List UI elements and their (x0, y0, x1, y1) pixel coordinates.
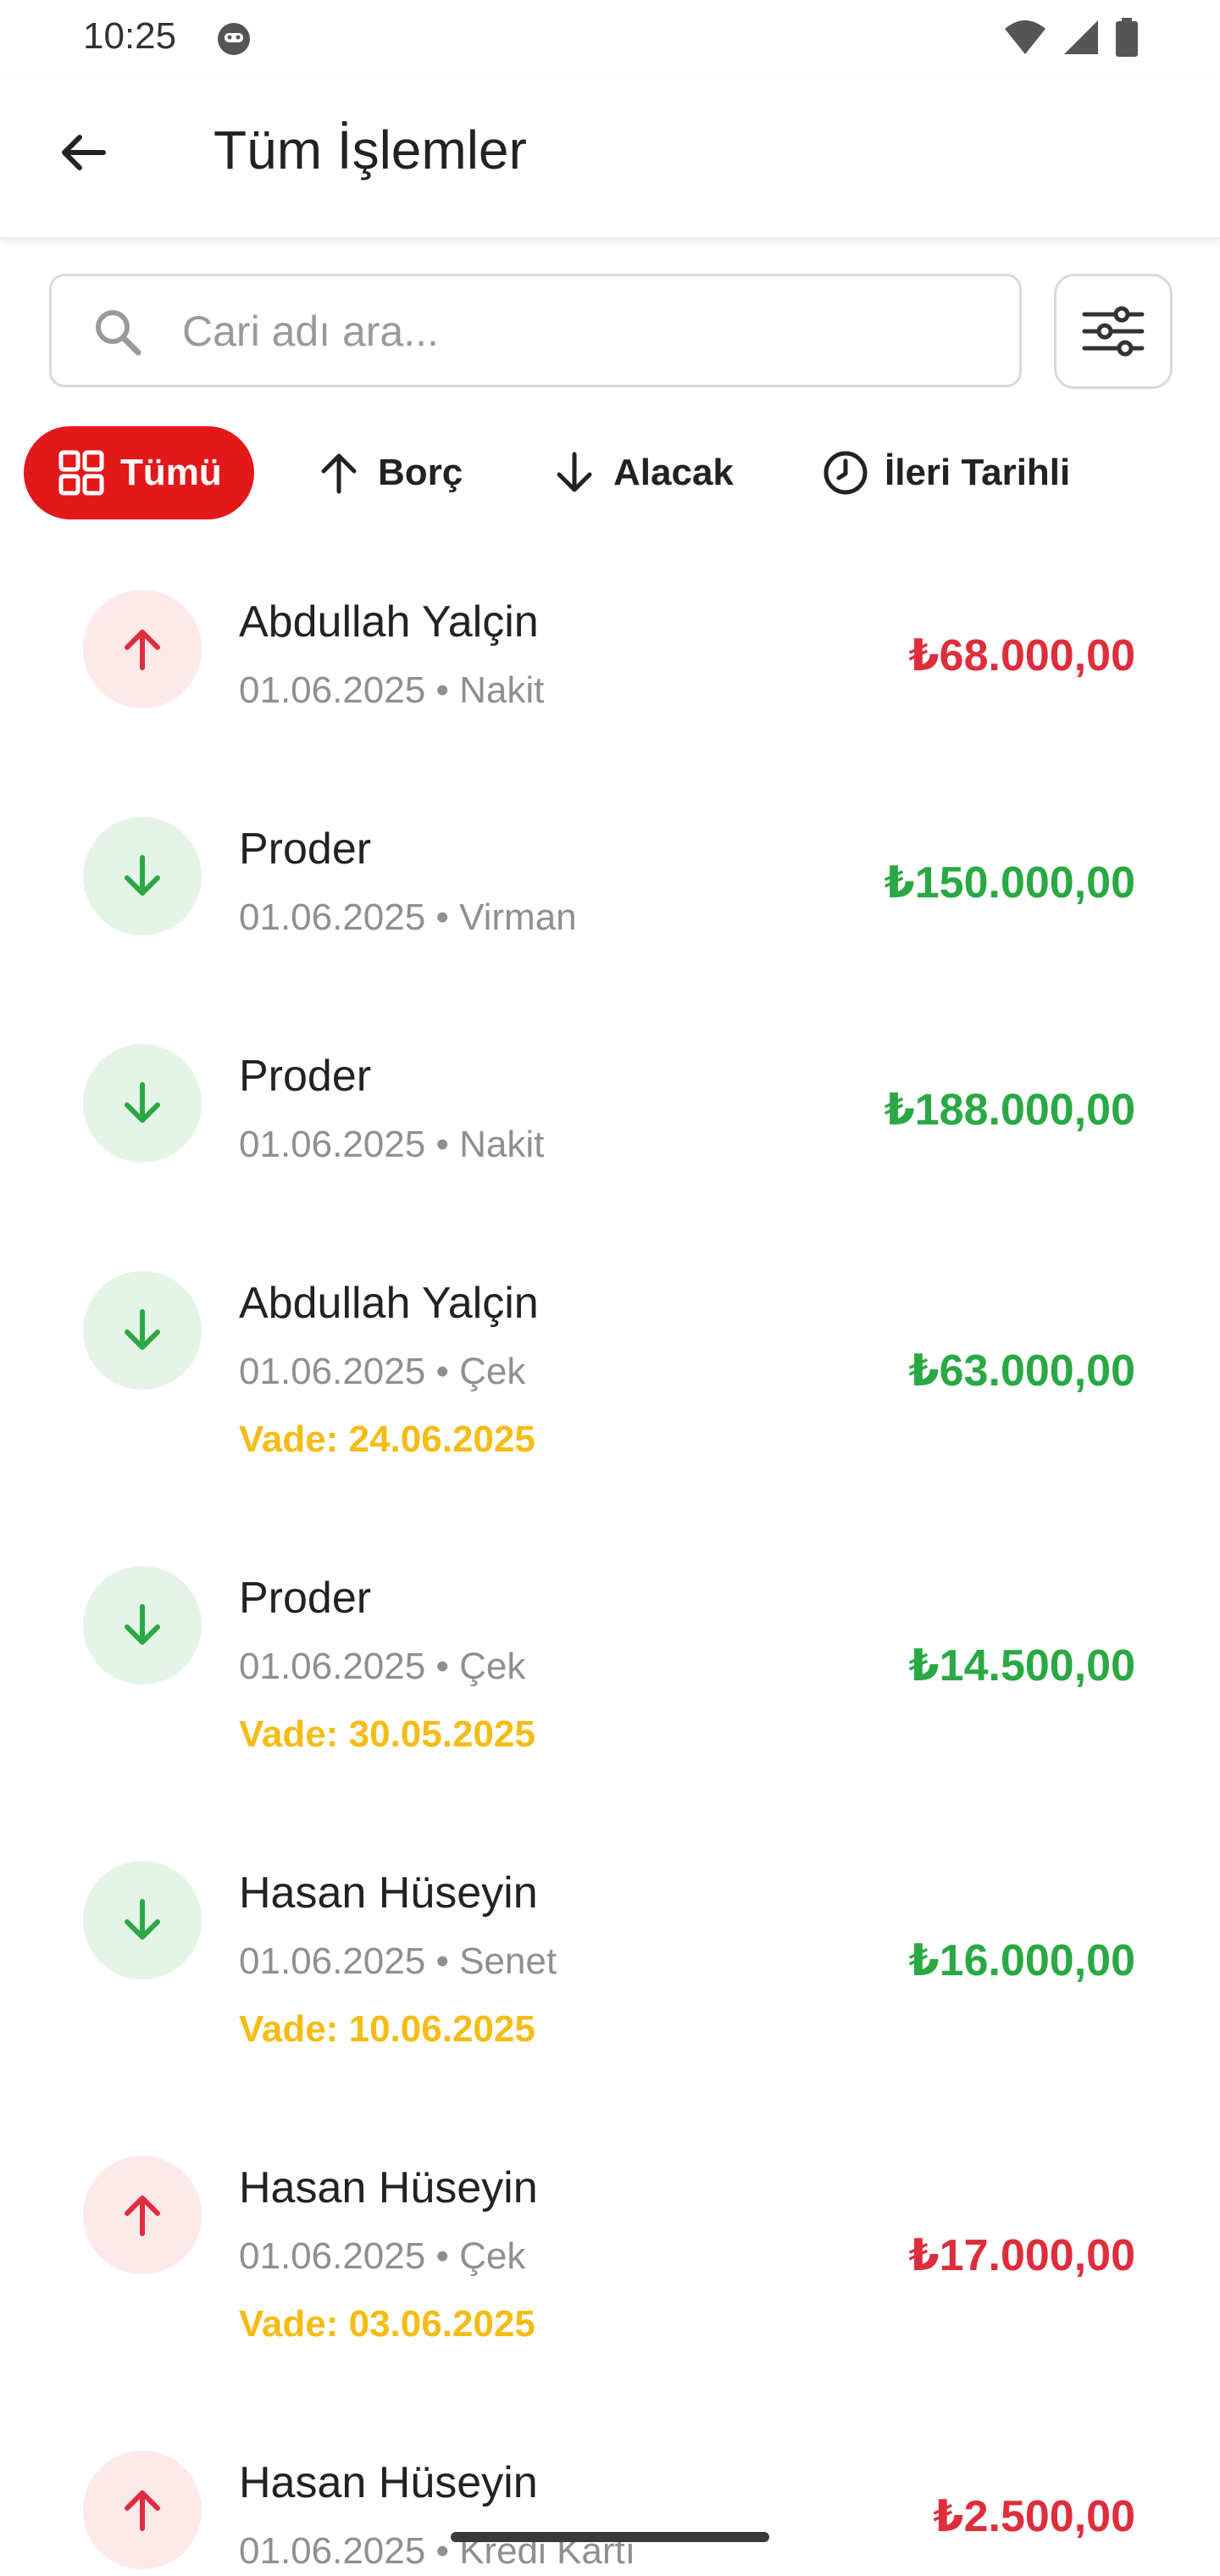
transaction-amount: ₺150.000,00 (884, 858, 1135, 908)
cellular-signal-icon (1064, 20, 1098, 54)
tab-all[interactable]: Tümü (24, 426, 254, 519)
back-button[interactable] (47, 117, 119, 188)
outgoing-indicator (83, 2451, 202, 2569)
transaction-subtitle: 01.06.2025 • Virman (239, 897, 577, 938)
incoming-indicator (83, 1271, 202, 1390)
tab-future-dated[interactable]: İleri Tarihli (822, 426, 1070, 519)
arrow-up-icon (125, 630, 160, 670)
transaction-subtitle: 01.06.2025 • Nakit (239, 1124, 545, 1165)
transaction-row[interactable]: Hasan Hüseyin 01.06.2025 • Çek Vade: 03.… (0, 2142, 1220, 2413)
sliders-icon (1082, 306, 1145, 357)
tab-label: Alacak (613, 452, 734, 493)
grid-icon (58, 449, 105, 497)
transaction-row[interactable]: Proder 01.06.2025 • Nakit ₺188.000,00 (0, 1030, 1220, 1234)
notification-app-icon (218, 23, 250, 55)
tab-label: Borç (378, 452, 463, 493)
arrow-up-icon (315, 449, 363, 497)
transaction-subtitle: 01.06.2025 • Çek (239, 2235, 526, 2277)
arrow-down-icon (551, 449, 598, 497)
tab-label: Tümü (120, 452, 222, 493)
transaction-row[interactable]: Abdullah Yalçin 01.06.2025 • Çek Vade: 2… (0, 1257, 1220, 1529)
transaction-name: Abdullah Yalçin (239, 597, 539, 647)
home-indicator[interactable] (451, 2532, 769, 2542)
transaction-subtitle: 01.06.2025 • Çek (239, 1646, 526, 1687)
clock-icon (822, 449, 869, 497)
outgoing-indicator (83, 590, 202, 708)
arrow-up-icon (125, 2196, 160, 2236)
arrow-down-icon (125, 1082, 160, 1123)
incoming-indicator (83, 1044, 202, 1163)
transaction-row[interactable]: Abdullah Yalçin 01.06.2025 • Nakit ₺68.0… (0, 576, 1220, 780)
arrow-down-icon (125, 1899, 160, 1940)
transaction-row[interactable]: Hasan Hüseyin 01.06.2025 • Senet Vade: 1… (0, 1847, 1220, 2118)
due-date: Vade: 30.05.2025 (239, 1713, 535, 1755)
due-date: Vade: 24.06.2025 (239, 1418, 535, 1460)
transaction-amount: ₺17.000,00 (908, 2231, 1135, 2280)
arrow-down-icon (125, 1604, 160, 1645)
tab-credit[interactable]: Alacak (551, 426, 734, 519)
transaction-amount: ₺16.000,00 (908, 1936, 1135, 1985)
status-bar: 10:25 (0, 0, 1220, 75)
filter-button[interactable] (1054, 274, 1173, 389)
search-icon (96, 310, 141, 356)
transaction-row[interactable]: Hasan Hüseyin 01.06.2025 • Kredi Kartı ₺… (0, 2437, 1220, 2576)
transaction-subtitle: 01.06.2025 • Çek (239, 1351, 526, 1392)
transaction-amount: ₺63.000,00 (908, 1346, 1135, 1396)
transaction-name: Proder (239, 1052, 372, 1101)
arrow-up-icon (125, 2490, 160, 2531)
arrow-down-icon (125, 855, 160, 896)
transaction-name: Abdullah Yalçin (239, 1279, 539, 1328)
arrow-down-icon (125, 1309, 160, 1350)
transaction-row[interactable]: Proder 01.06.2025 • Virman ₺150.000,00 (0, 803, 1220, 1007)
transaction-name: Hasan Hüseyin (239, 2163, 538, 2212)
status-icons (1003, 17, 1139, 58)
transaction-amount: ₺2.500,00 (933, 2492, 1135, 2541)
search-input[interactable] (180, 295, 997, 368)
incoming-indicator (83, 817, 202, 935)
transaction-amount: ₺68.000,00 (908, 631, 1135, 680)
incoming-indicator (83, 1861, 202, 1979)
transaction-name: Hasan Hüseyin (239, 1868, 538, 1918)
transaction-row[interactable]: Proder 01.06.2025 • Çek Vade: 30.05.2025… (0, 1552, 1220, 1824)
transaction-subtitle: 01.06.2025 • Nakit (239, 669, 545, 711)
filter-tabs: Tümü Borç Alacak İleri Tarihli (24, 426, 1210, 519)
status-time: 10:25 (83, 15, 177, 57)
outgoing-indicator (83, 2156, 202, 2274)
transaction-amount: ₺14.500,00 (908, 1641, 1135, 1690)
due-date: Vade: 10.06.2025 (239, 2008, 535, 2050)
battery-icon (1116, 18, 1138, 57)
tab-debit[interactable]: Borç (315, 426, 463, 519)
arrow-back-icon (62, 135, 106, 170)
transaction-name: Proder (239, 1574, 372, 1623)
search-field[interactable] (49, 274, 1022, 387)
wifi-icon (1005, 20, 1045, 54)
app-bar: Tüm İşlemler (0, 75, 1220, 239)
transaction-name: Hasan Hüseyin (239, 2458, 538, 2507)
page-title: Tüm İşlemler (214, 119, 527, 180)
incoming-indicator (83, 1566, 202, 1685)
transaction-name: Proder (239, 824, 372, 874)
due-date: Vade: 03.06.2025 (239, 2303, 535, 2345)
transaction-subtitle: 01.06.2025 • Senet (239, 1940, 557, 1982)
transaction-amount: ₺188.000,00 (884, 1085, 1135, 1135)
tab-label: İleri Tarihli (884, 452, 1071, 493)
